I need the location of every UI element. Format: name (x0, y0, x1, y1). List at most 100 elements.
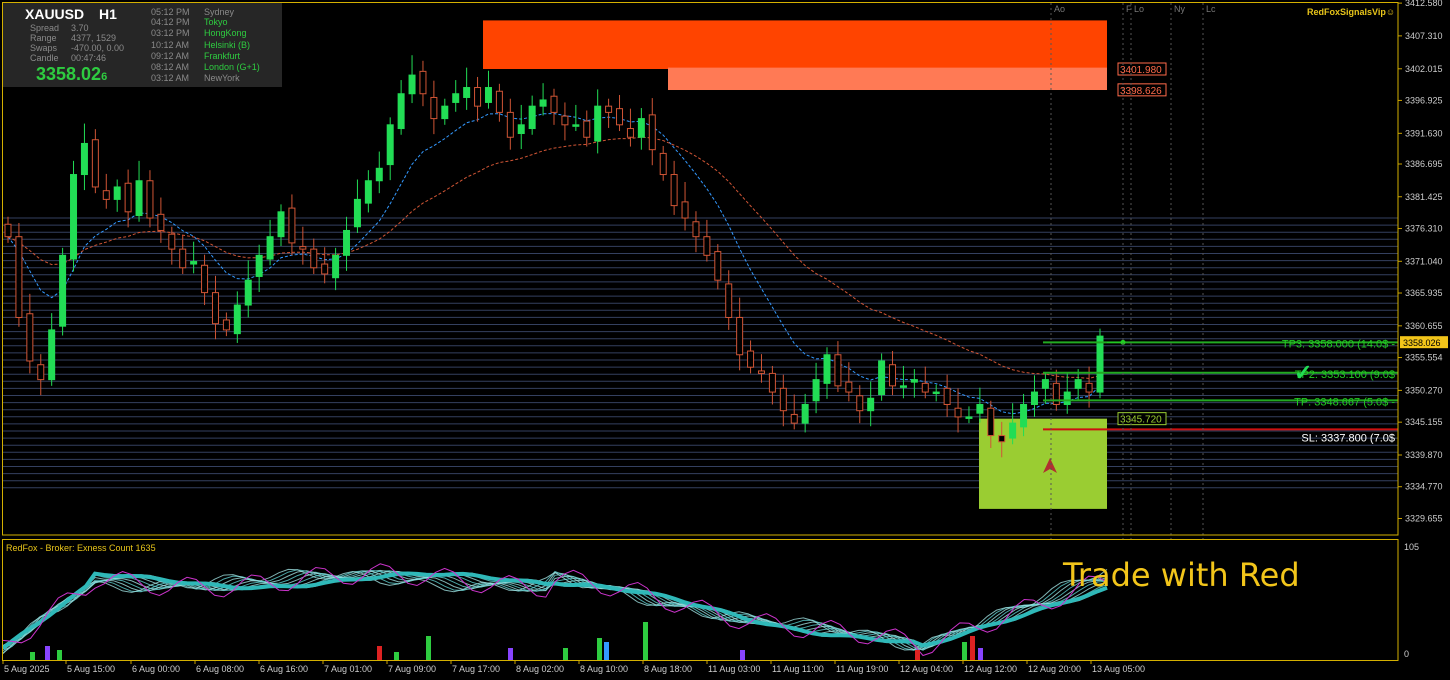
branding-text: RedFoxSignalsVip (1307, 7, 1386, 17)
stat-value: 00:47:46 (71, 53, 107, 63)
candle-body (867, 397, 875, 412)
candle-body (179, 248, 187, 269)
y-tick-label: 3412.580 (1405, 0, 1443, 8)
candle-body (332, 254, 340, 279)
y-tick-label: 3407.310 (1405, 31, 1443, 41)
candle-body (823, 354, 831, 384)
candle-body (233, 304, 241, 335)
session-city: Sydney (204, 7, 235, 17)
price-tail: 6 (101, 71, 108, 83)
x-tick-label: 7 Aug 01:00 (324, 664, 372, 674)
candle-body (419, 70, 427, 95)
y-tick-label: 3371.040 (1405, 256, 1443, 266)
candle-body (812, 379, 820, 402)
y-tick-label: 3381.425 (1405, 192, 1443, 202)
candle-body (976, 403, 984, 414)
x-tick-label: 7 Aug 09:00 (388, 664, 436, 674)
candle-body (943, 387, 951, 405)
candle-body (397, 93, 405, 130)
candle-body (779, 387, 787, 412)
timeframe-label: H1 (99, 6, 117, 22)
candle-body (4, 223, 12, 238)
session-time: 05:12 PM (151, 7, 190, 17)
x-tick-label: 8 Aug 02:00 (516, 664, 564, 674)
candle-body (310, 248, 318, 269)
candle-body (430, 96, 438, 120)
candle-body (168, 233, 176, 250)
y-tick-label: 3334.770 (1405, 482, 1443, 492)
y-tick-label: 3360.655 (1405, 321, 1443, 331)
candle-body (321, 263, 329, 275)
candle-body (659, 152, 667, 176)
candle-body (757, 370, 765, 374)
x-tick-label: 5 Aug 15:00 (67, 664, 115, 674)
candle-body (1009, 422, 1017, 439)
candle-body (725, 283, 733, 318)
histogram-bar (962, 642, 967, 660)
candle-body (878, 360, 886, 396)
stat-row: Range 4377, 1529 (30, 33, 116, 43)
candle-body (637, 118, 645, 138)
candle-body (899, 385, 907, 388)
current-price-display: 3358.026 (36, 64, 107, 85)
histogram-bar (508, 648, 513, 660)
candle-body (353, 198, 361, 228)
candle-body (15, 236, 23, 318)
stop-loss-label: SL: 3337.800 (7.0$ (1301, 432, 1395, 444)
zone-price-label: 3345.720 (1120, 415, 1162, 426)
candle-body (856, 395, 864, 412)
x-tick-label: 12 Aug 20:00 (1028, 664, 1081, 674)
candle-body (550, 95, 558, 113)
candle-body (998, 435, 1006, 443)
candle-body (605, 105, 613, 113)
check-icon: ✓ (1294, 360, 1312, 385)
histogram-bar (604, 642, 609, 660)
candle-body (932, 391, 940, 395)
y-tick-label: 3391.630 (1405, 128, 1443, 138)
candle-body (135, 180, 143, 217)
x-tick-label: 7 Aug 17:00 (452, 664, 500, 674)
session-marker-label: Ny (1174, 4, 1185, 14)
histogram-bar (426, 636, 431, 660)
candle-body (626, 128, 634, 138)
y-tick-label: 3386.695 (1405, 159, 1443, 169)
candle-body (146, 180, 154, 219)
histogram-bar (57, 650, 62, 660)
candle-body (736, 316, 744, 356)
histogram-bar (563, 648, 568, 660)
y-tick-label: 3350.270 (1405, 385, 1443, 395)
candle-body (375, 167, 383, 182)
y-tick-label: 3355.554 (1405, 353, 1443, 363)
x-tick-label: 11 Aug 11:00 (772, 664, 824, 674)
stat-row: Spread 3.70 (30, 23, 89, 33)
session-city: Frankfurt (204, 51, 241, 61)
candle-body (37, 364, 45, 381)
candle-body (201, 264, 209, 294)
candle-body (113, 186, 121, 200)
stat-label: Swaps (30, 43, 58, 53)
session-city: London (G+1) (204, 62, 260, 72)
candle-body (408, 74, 416, 95)
x-tick-label: 6 Aug 16:00 (260, 664, 308, 674)
x-tick-label: 6 Aug 00:00 (132, 664, 180, 674)
candle-body (834, 354, 842, 387)
candle-body (288, 207, 296, 244)
session-time: 10:12 AM (151, 40, 190, 50)
stat-row: Swaps -470.00, 0.00 (30, 43, 124, 53)
candle-body (506, 111, 514, 138)
y-tick-label: 3396.925 (1405, 95, 1443, 105)
candle-body (474, 87, 482, 107)
branding-label[interactable]: RedFoxSignalsVip☺ (1307, 7, 1395, 17)
stat-label: Spread (30, 23, 60, 33)
current-price-label: 3358.026 (1403, 338, 1441, 348)
session-row: 03:12 PM HongKong (151, 28, 247, 38)
supply-zone (483, 20, 1107, 70)
candle-body (1041, 379, 1049, 389)
stat-value: 3.70 (71, 23, 89, 33)
zone-price-label: 3401.980 (1120, 65, 1162, 76)
candle-body (463, 87, 471, 98)
candle-body (157, 213, 165, 231)
candle-body (845, 381, 853, 393)
histogram-bar (377, 646, 382, 660)
symbol-name: XAUUSD (25, 6, 85, 22)
